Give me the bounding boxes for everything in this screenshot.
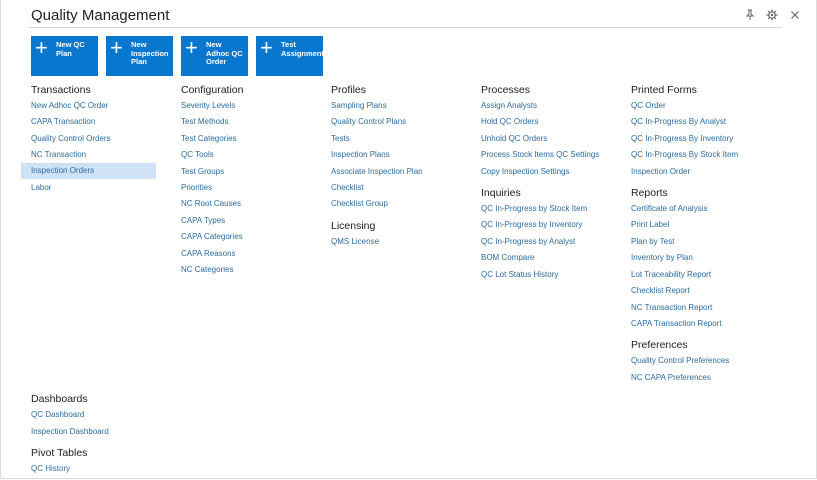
link-nc-categories[interactable]: NC Categories: [181, 265, 233, 274]
link-inspection-order[interactable]: Inspection Order: [631, 167, 690, 176]
link-checklist-group[interactable]: Checklist Group: [331, 199, 388, 208]
link-inspection-dashboard[interactable]: Inspection Dashboard: [31, 427, 109, 436]
link-capa-reasons[interactable]: CAPA Reasons: [181, 249, 236, 258]
link-nc-transaction-report[interactable]: NC Transaction Report: [631, 303, 712, 312]
link-qc-tools[interactable]: QC Tools: [181, 150, 214, 159]
plus-icon: +: [110, 35, 123, 60]
section-title-inquiries: Inquiries: [481, 187, 521, 199]
section-title-processes: Processes: [481, 84, 531, 96]
link-qc-order[interactable]: QC Order: [631, 101, 666, 110]
link-nc-transaction[interactable]: NC Transaction: [31, 150, 86, 159]
plus-icon: +: [185, 35, 198, 60]
pin-icon[interactable]: [743, 9, 757, 23]
tile-label: Test Assignment: [281, 40, 324, 58]
link-qc-dashboard[interactable]: QC Dashboard: [31, 410, 84, 419]
tile-label: New QC Plan: [56, 40, 85, 58]
link-qc-lot-status-history[interactable]: QC Lot Status History: [481, 270, 558, 279]
test-assignment-tile[interactable]: + Test Assignment: [256, 35, 324, 76]
link-associate-inspection-plan[interactable]: Associate Inspection Plan: [331, 167, 423, 176]
link-labor[interactable]: Labor: [31, 183, 51, 192]
section-title-configuration: Configuration: [181, 84, 244, 96]
link-inventory-by-plan[interactable]: Inventory by Plan: [631, 253, 693, 262]
section-title-pivot-tables: Pivot Tables: [31, 447, 88, 459]
page-title: Quality Management: [31, 7, 170, 24]
link-capa-types[interactable]: CAPA Types: [181, 216, 225, 225]
link-test-groups[interactable]: Test Groups: [181, 167, 224, 176]
new-qc-plan-tile[interactable]: + New QC Plan: [31, 36, 98, 76]
tile-label: New Adhoc QC Order: [206, 40, 243, 66]
link-copy-inspection-settings[interactable]: Copy Inspection Settings: [481, 167, 570, 176]
section-title-transactions: Transactions: [31, 84, 91, 96]
close-icon[interactable]: [788, 9, 802, 23]
gear-icon[interactable]: [765, 9, 779, 23]
link-checklist[interactable]: Checklist: [331, 183, 363, 192]
link-process-stock-items-qc-settings[interactable]: Process Stock Items QC Settings: [481, 150, 599, 159]
section-title-printed-forms: Printed Forms: [631, 84, 697, 96]
link-quality-control-plans[interactable]: Quality Control Plans: [331, 117, 406, 126]
link-capa-transaction[interactable]: CAPA Transaction: [31, 117, 95, 126]
link-qc-in-progress-by-analyst-form[interactable]: QC In-Progress By Analyst: [631, 117, 726, 126]
link-capa-categories[interactable]: CAPA Categories: [181, 232, 243, 241]
link-priorities[interactable]: Priorities: [181, 183, 212, 192]
link-qc-in-progress-by-inventory-form[interactable]: QC In-Progress By Inventory: [631, 134, 733, 143]
link-tests[interactable]: Tests: [331, 134, 350, 143]
plus-icon: +: [260, 35, 273, 60]
link-hold-qc-orders[interactable]: Hold QC Orders: [481, 117, 538, 126]
link-unhold-qc-orders[interactable]: Unhold QC Orders: [481, 134, 547, 143]
link-nc-capa-preferences[interactable]: NC CAPA Preferences: [631, 373, 711, 382]
link-severity-levels[interactable]: Severity Levels: [181, 101, 235, 110]
link-test-methods[interactable]: Test Methods: [181, 117, 229, 126]
link-certificate-of-analysis[interactable]: Certificate of Analysis: [631, 204, 707, 213]
section-title-profiles: Profiles: [331, 84, 367, 96]
link-plan-by-test[interactable]: Plan by Test: [631, 237, 674, 246]
link-test-categories[interactable]: Test Categories: [181, 134, 237, 143]
new-inspection-plan-tile[interactable]: + New Inspection Plan: [106, 36, 173, 76]
link-assign-analysts[interactable]: Assign Analysts: [481, 101, 537, 110]
link-lot-traceability-report[interactable]: Lot Traceability Report: [631, 270, 711, 279]
section-title-licensing: Licensing: [331, 220, 376, 232]
link-qms-license[interactable]: QMS License: [331, 237, 379, 246]
link-checklist-report[interactable]: Checklist Report: [631, 286, 690, 295]
link-qc-in-progress-by-inventory[interactable]: QC In-Progress by Inventory: [481, 220, 582, 229]
link-qc-history[interactable]: QC History: [31, 464, 70, 473]
link-qc-in-progress-by-stock-item-form[interactable]: QC In-Progress By Stock Item: [631, 150, 738, 159]
tile-label: New Inspection Plan: [131, 40, 169, 66]
link-print-label[interactable]: Print Label: [631, 220, 669, 229]
link-bom-compare[interactable]: BOM Compare: [481, 253, 534, 262]
section-title-preferences: Preferences: [631, 339, 688, 351]
link-new-adhoc-qc-order[interactable]: New Adhoc QC Order: [31, 101, 108, 110]
title-divider: [29, 27, 782, 28]
link-quality-control-preferences[interactable]: Quality Control Preferences: [631, 356, 729, 365]
link-sampling-plans[interactable]: Sampling Plans: [331, 101, 387, 110]
section-title-dashboards: Dashboards: [31, 393, 88, 405]
link-inspection-plans[interactable]: Inspection Plans: [331, 150, 390, 159]
link-quality-control-orders[interactable]: Quality Control Orders: [31, 134, 111, 143]
section-title-reports: Reports: [631, 187, 668, 199]
link-qc-in-progress-by-stock-item[interactable]: QC In-Progress by Stock Item: [481, 204, 587, 213]
link-capa-transaction-report[interactable]: CAPA Transaction Report: [631, 319, 722, 328]
link-nc-root-causes[interactable]: NC Root Causes: [181, 199, 241, 208]
plus-icon: +: [35, 35, 48, 60]
new-adhoc-qc-order-tile[interactable]: + New Adhoc QC Order: [181, 36, 248, 76]
link-inspection-orders[interactable]: Inspection Orders: [21, 163, 156, 179]
link-qc-in-progress-by-analyst[interactable]: QC In-Progress by Analyst: [481, 237, 575, 246]
